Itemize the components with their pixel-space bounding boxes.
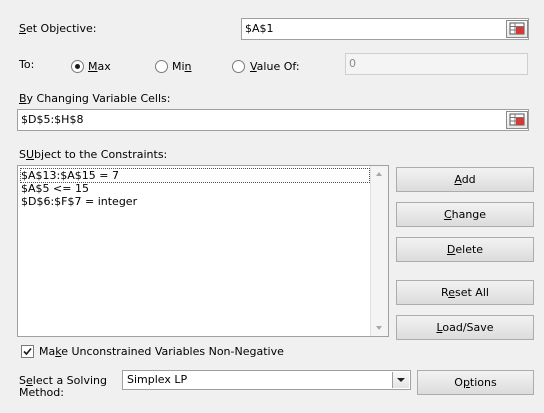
- min-label: Min: [172, 60, 192, 73]
- set-objective-label: Set Objective:: [19, 22, 97, 35]
- scroll-up-icon[interactable]: [376, 172, 382, 176]
- chevron-down-icon[interactable]: [392, 372, 409, 388]
- min-radio[interactable]: [155, 60, 168, 73]
- reset-all-button[interactable]: Reset All: [396, 280, 534, 305]
- constraints-scrollbar[interactable]: [370, 166, 388, 336]
- solving-method-label-line2: Method:: [19, 386, 64, 399]
- objective-input[interactable]: $A$1: [241, 18, 529, 40]
- max-radio[interactable]: [71, 60, 84, 73]
- constraints-list[interactable]: $A$13:$A$15 = 7 $A$5 <= 15 $D$6:$F$7 = i…: [17, 165, 389, 337]
- delete-button[interactable]: Delete: [396, 237, 534, 262]
- scroll-down-icon[interactable]: [376, 326, 382, 330]
- options-button[interactable]: Options: [417, 370, 534, 395]
- changing-cells-input[interactable]: $D$5:$H$8: [17, 109, 529, 131]
- constraint-item[interactable]: $D$6:$F$7 = integer: [21, 195, 137, 208]
- constraint-item[interactable]: $A$5 <= 15: [21, 182, 89, 195]
- constraints-label: SUbject to the Constraints:: [19, 148, 168, 161]
- non-negative-label: Make Unconstrained Variables Non-Negativ…: [39, 345, 284, 358]
- solving-method-value: Simplex LP: [127, 373, 188, 386]
- collapse-dialog-objective-button[interactable]: [506, 20, 528, 38]
- change-button[interactable]: Change: [396, 202, 534, 227]
- changing-cells-label: By Changing Variable Cells:: [19, 92, 171, 105]
- range-select-icon: [509, 113, 525, 126]
- value-of-radio[interactable]: [232, 60, 245, 73]
- max-label: Max: [88, 60, 111, 73]
- collapse-dialog-changing-button[interactable]: [506, 111, 528, 129]
- to-label: To:: [19, 58, 35, 71]
- constraint-item[interactable]: $A$13:$A$15 = 7: [20, 168, 370, 183]
- value-of-input[interactable]: 0: [345, 53, 528, 75]
- value-of-label: Value Of:: [250, 60, 300, 73]
- load-save-button[interactable]: Load/Save: [396, 315, 534, 340]
- non-negative-checkbox[interactable]: [21, 345, 34, 358]
- checkmark-icon: [23, 347, 32, 356]
- solving-method-select[interactable]: Simplex LP: [122, 370, 411, 390]
- add-button[interactable]: Add: [396, 167, 534, 192]
- range-select-icon: [509, 22, 525, 35]
